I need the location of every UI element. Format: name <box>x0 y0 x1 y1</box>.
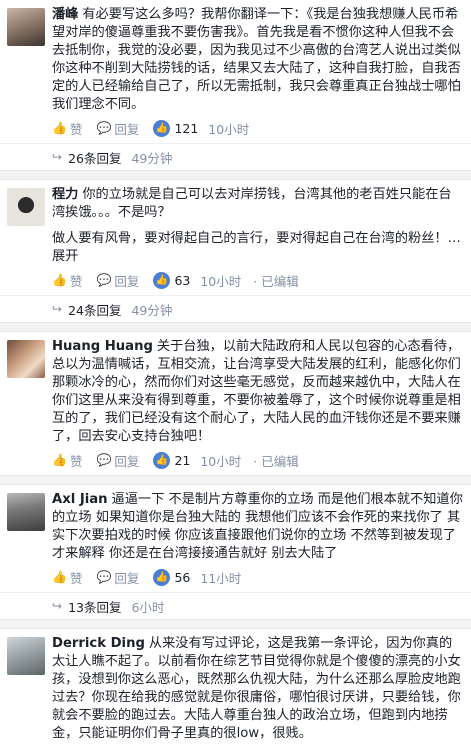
comment-body: 从来没有写过评论，这是我第一条评论，因为你真的太让人瞧不起了。以前看你在综艺节目… <box>52 636 461 741</box>
comment-text: 程力 你的立场就是自己可以去对岸捞钱，台湾其他的老百姓只能在台湾挨饿。。。不是吗？ <box>52 186 463 222</box>
reply-button[interactable]: 💬 回复 <box>96 568 139 587</box>
edited-text: 已编辑 <box>261 273 299 289</box>
divider <box>0 322 471 332</box>
comment-bubble-icon: 💬 <box>96 121 112 135</box>
comment-text: Huang Huang 关于台独，以前大陆政府和人民以包容的心态看待，总以为温情喊… <box>52 338 463 446</box>
reply-time: 6小时 <box>131 599 165 615</box>
comment-time: 11小时 <box>200 570 242 586</box>
comment-author[interactable]: 潘峰 <box>52 7 78 22</box>
like-label: 赞 <box>69 453 83 469</box>
comment-body-2: 做人要有风骨，要对得起自己的言行，要对得起自己在台湾的粉丝！… <box>52 231 461 246</box>
like-count-value: 63 <box>174 272 191 288</box>
replies-toggle[interactable]: ↪ 24条回复 49分钟 <box>0 295 471 322</box>
expand-link[interactable]: 展开 <box>52 249 78 264</box>
divider <box>0 170 471 180</box>
comment-author[interactable]: Axl Jian <box>52 492 108 507</box>
like-count: 👍 21 <box>153 451 191 469</box>
comment-bubble-icon: 💬 <box>96 273 112 287</box>
reply-label: 回复 <box>114 273 140 289</box>
reply-label: 回复 <box>114 453 140 469</box>
like-badge-icon: 👍 <box>153 451 171 469</box>
thumbs-up-icon: 👍 <box>52 273 67 287</box>
comment-item: Derrick Ding 从来没有写过评论，这是我第一条评论，因为你真的太让人瞧不… <box>0 629 471 747</box>
thumbs-up-icon: 👍 <box>52 121 67 135</box>
comment-item: 程力 你的立场就是自己可以去对岸捞钱，台湾其他的老百姓只能在台湾挨饿。。。不是吗？… <box>0 180 471 295</box>
like-count-value: 56 <box>174 569 191 585</box>
like-button[interactable]: 👍 赞 <box>52 451 82 470</box>
reply-count[interactable]: 26条回复 <box>68 148 121 167</box>
comment-body: 你的立场就是自己可以去对岸捞钱，台湾其他的老百姓只能在台湾挨饿。。。不是吗？ <box>52 187 452 220</box>
like-button[interactable]: 👍 赞 <box>52 271 82 290</box>
reply-count[interactable]: 13条回复 <box>68 597 121 616</box>
replies-toggle[interactable]: ↪ 13条回复 6小时 <box>0 592 471 619</box>
like-count-value: 121 <box>174 120 199 136</box>
reply-time: 49分钟 <box>131 302 173 318</box>
like-count: 👍 121 <box>153 119 199 137</box>
divider <box>0 475 471 485</box>
comment-bubble-icon: 💬 <box>96 453 112 467</box>
comment-author[interactable]: 程力 <box>52 187 78 202</box>
reply-arrow-icon: ↪ <box>52 150 63 164</box>
comment-author[interactable]: Derrick Ding <box>52 636 145 651</box>
comment-actions: 👍 赞 💬 回复 👍 56 11小时 <box>52 566 463 588</box>
avatar[interactable] <box>7 8 45 46</box>
reply-arrow-icon: ↪ <box>52 302 63 316</box>
replies-toggle[interactable]: ↪ 26条回复 49分钟 <box>0 143 471 170</box>
edited-text: 已编辑 <box>261 453 299 469</box>
divider <box>0 619 471 629</box>
comment-item: 潘峰 有必要写这么多吗？我帮你翻译一下：《我是台独我想赚人民币希望对岸的傻逼尊重我… <box>0 0 471 143</box>
like-count: 👍 56 <box>153 568 191 586</box>
like-label: 赞 <box>69 570 83 586</box>
thumbs-up-icon: 👍 <box>52 570 67 584</box>
comment-text: 潘峰 有必要写这么多吗？我帮你翻译一下：《我是台独我想赚人民币希望对岸的傻逼尊重我… <box>52 6 463 114</box>
comment-feed: 潘峰 有必要写这么多吗？我帮你翻译一下：《我是台独我想赚人民币希望对岸的傻逼尊重我… <box>0 0 471 747</box>
like-badge-icon: 👍 <box>153 568 171 586</box>
comment-text: Derrick Ding 从来没有写过评论，这是我第一条评论，因为你真的太让人瞧不… <box>52 635 463 743</box>
reply-count[interactable]: 24条回复 <box>68 300 121 319</box>
avatar[interactable] <box>7 637 45 675</box>
comment-item: Huang Huang 关于台独，以前大陆政府和人民以包容的心态看待，总以为温情喊… <box>0 332 471 475</box>
comment-time: 10小时 <box>208 121 250 137</box>
like-button[interactable]: 👍 赞 <box>52 568 82 587</box>
comment-time: 10小时 <box>200 273 242 289</box>
reply-button[interactable]: 💬 回复 <box>96 451 139 470</box>
like-badge-icon: 👍 <box>153 271 171 289</box>
reply-button[interactable]: 💬 回复 <box>96 271 139 290</box>
avatar[interactable] <box>7 188 45 226</box>
comment-text: Axl Jian 逼逼一下 不是制片方尊重你的立场 而是他们根本就不知道你的立场 … <box>52 491 463 563</box>
like-count-value: 21 <box>174 452 191 468</box>
thumbs-up-icon: 👍 <box>52 453 67 467</box>
comment-bubble-icon: 💬 <box>96 570 112 584</box>
comment-body: 逼逼一下 不是制片方尊重你的立场 而是他们根本就不知道你的立场 如果知道你是台独… <box>52 492 463 561</box>
avatar[interactable] <box>7 493 45 531</box>
reply-label: 回复 <box>114 121 140 137</box>
like-label: 赞 <box>69 121 83 137</box>
reply-label: 回复 <box>114 570 140 586</box>
comment-body: 有必要写这么多吗？我帮你翻译一下：《我是台独我想赚人民币希望对岸的傻逼尊重我不要… <box>52 7 461 112</box>
reply-button[interactable]: 💬 回复 <box>96 119 139 138</box>
comment-actions: 👍 赞 💬 回复 👍 63 10小时 · 已编辑 <box>52 269 463 291</box>
edited-label: · 已编辑 <box>253 273 299 289</box>
reply-arrow-icon: ↪ <box>52 599 63 613</box>
comment-text-continued: 做人要有风骨，要对得起自己的言行，要对得起自己在台湾的粉丝！… 展开 <box>52 230 463 266</box>
comment-body: 关于台独，以前大陆政府和人民以包容的心态看待，总以为温情喊话，互相交流，让台湾享… <box>52 339 461 444</box>
like-badge-icon: 👍 <box>153 119 171 137</box>
avatar[interactable] <box>7 340 45 378</box>
like-count: 👍 63 <box>153 271 191 289</box>
comment-actions: 👍 赞 💬 回复 👍 121 10小时 <box>52 117 463 139</box>
comment-time: 10小时 <box>200 453 242 469</box>
like-button[interactable]: 👍 赞 <box>52 119 82 138</box>
comment-actions: 👍 赞 💬 回复 👍 21 10小时 · 已编辑 <box>52 449 463 471</box>
edited-label: · 已编辑 <box>253 453 299 469</box>
comment-item: Axl Jian 逼逼一下 不是制片方尊重你的立场 而是他们根本就不知道你的立场 … <box>0 485 471 592</box>
reply-time: 49分钟 <box>131 150 173 166</box>
comment-author[interactable]: Huang Huang <box>52 339 153 354</box>
like-label: 赞 <box>69 273 83 289</box>
